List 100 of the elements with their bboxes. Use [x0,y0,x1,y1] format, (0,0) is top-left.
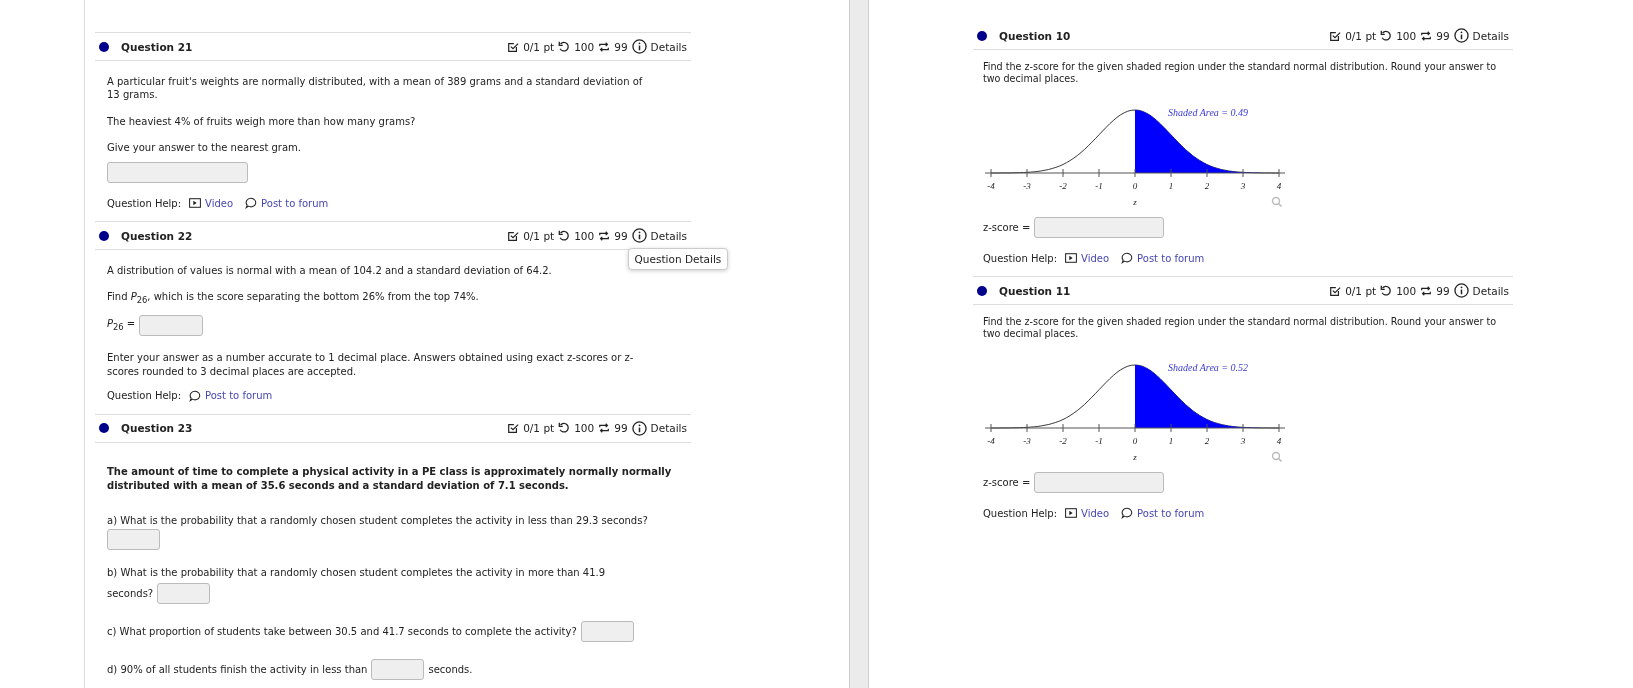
tick-label: 0 [1132,181,1138,191]
details-link[interactable]: Details [650,40,687,53]
question-text: Find the z-score for the given shaded region under the standard normal distribution. Round your answer to two decimal places. [983,61,1498,85]
undo-icon [1380,284,1393,297]
question-text: seconds? [107,587,154,599]
video-link[interactable]: Video [1081,252,1110,264]
axis-label: z [1133,452,1137,462]
question-title: Question 23 [121,422,193,434]
info-icon [631,228,647,243]
details-link[interactable]: Details [650,422,687,434]
forum-link[interactable]: Post to forum [1137,252,1205,264]
retries-text: 99 [1436,284,1450,297]
question-text: d) 90% of all students finish the activity in less than [107,663,368,675]
question-text: Find P$_{26}$, which is the score separating the bottom 26% from the top 74%. [107,290,479,302]
question-text: b) What is the probability that a randomly chosen student completes the activity in more than 41.9 [107,566,606,578]
details-link[interactable]: Details [1472,284,1509,297]
tick-label: 2 [1204,181,1210,191]
attempts-text: 100 [574,229,595,242]
attempts-text: 100 [1396,29,1417,42]
speech-bubble-icon [1121,252,1134,264]
video-icon [1065,507,1078,519]
checkbox-icon [507,229,520,242]
score-text: 0/1 pt [1345,29,1377,42]
forum-link[interactable]: Post to forum [1137,507,1205,519]
details-link[interactable]: Details [1472,29,1509,42]
zoom-icon[interactable] [1271,196,1283,208]
bullet-icon [99,423,109,433]
answer-label: z-score = [983,477,1031,488]
shaded-area-label: Shaded Area = 0.52 [1168,362,1249,373]
tick-label: 0 [1132,436,1138,446]
undo-icon [558,40,571,53]
question-text: Find the z-score for the given shaded region under the standard normal distribution. Round your answer to two decimal places. [983,316,1498,340]
tick-label: -3 [1023,181,1031,191]
tick-label: -1 [1095,436,1103,446]
tick-label: -1 [1095,181,1103,191]
question-text: P$_{26}$ = [107,317,136,329]
question-text: The heaviest 4% of fruits weigh more than how many grams? [107,115,416,127]
answer-field[interactable] [371,658,425,680]
retry-icon [598,422,611,434]
zoom-icon[interactable] [1271,451,1283,463]
tick-label: 1 [1168,181,1174,191]
forum-link[interactable]: Post to forum [205,390,273,401]
score-text: 0/1 pt [523,40,555,53]
video-icon [1065,252,1078,264]
question-text: A distribution of values is normal with a mean of 104.2 and a standard deviation of 64.2. [107,264,552,276]
checkbox-icon [507,40,520,53]
retry-icon [598,40,611,53]
answer-field[interactable] [157,582,211,604]
answer-field[interactable] [1034,217,1165,238]
question-text: Give your answer to the nearest gram. [107,142,302,153]
retries-text: 99 [1436,29,1450,42]
tick-label: -2 [1059,436,1067,446]
tick-label: -2 [1059,181,1067,191]
answer-field[interactable] [139,314,204,336]
help-label: Question Help: [983,252,1058,264]
bullet-icon [977,285,987,296]
help-label: Question Help: [983,507,1058,519]
bullet-icon [977,30,987,41]
question-text: The amount of time to complete a physical activity in a PE class is approximately normally normally distributed with a mean of 35.6 seconds and a standard deviation of 7.1 seconds. [107,466,672,491]
question-title: Question 21 [121,40,193,53]
undo-icon [558,422,571,434]
tick-label: 3 [1240,436,1246,446]
forum-link[interactable]: Post to forum [261,197,329,209]
info-icon [631,39,647,54]
tick-label: -3 [1023,436,1031,446]
details-link[interactable]: Details [650,229,687,242]
retry-icon [1420,29,1433,42]
tick-label: 3 [1240,181,1246,191]
attempts-text: 100 [574,422,595,434]
answer-field[interactable] [107,529,160,550]
tick-label: 4 [1276,181,1282,191]
score-text: 0/1 pt [523,422,555,434]
info-icon [631,420,647,436]
question-text: c) What proportion of students take between 30.5 and 41.7 seconds to complete the activity? [107,625,577,637]
question-text: Enter your answer as a number accurate to 1 decimal place. Answers obtained using exact z-scores or z-scores rounded to 3 decimal places are accepted. [107,352,634,377]
speech-bubble-icon [245,197,258,209]
retry-icon [1420,284,1433,297]
shaded-area-label: Shaded Area = 0.49 [1168,107,1249,118]
checkbox-icon [1329,284,1342,297]
speech-bubble-icon [1121,507,1134,519]
video-link[interactable]: Video [1081,507,1110,519]
undo-icon [1380,29,1393,42]
tick-label: 2 [1204,436,1210,446]
question-text: A particular fruit's weights are normally distributed, with a mean of 389 grams and a standard deviation of 13 grams. [107,75,643,100]
video-link[interactable]: Video [205,197,234,209]
answer-field[interactable] [580,620,634,642]
bullet-icon [99,41,109,52]
bullet-icon [99,230,109,241]
answer-field[interactable] [1034,472,1165,493]
question-title: Question 11 [999,284,1071,297]
info-icon [1453,28,1469,43]
speech-bubble-icon [189,389,202,402]
score-text: 0/1 pt [523,229,555,242]
answer-field[interactable] [107,162,248,183]
question-title: Question 22 [121,229,193,242]
tick-label: -4 [987,181,995,191]
video-icon [189,197,202,209]
question-text: a) What is the probability that a randomly chosen student completes the activity in less than 29.3 seconds? [107,515,648,526]
checkbox-icon [507,422,520,434]
undo-icon [558,229,571,242]
